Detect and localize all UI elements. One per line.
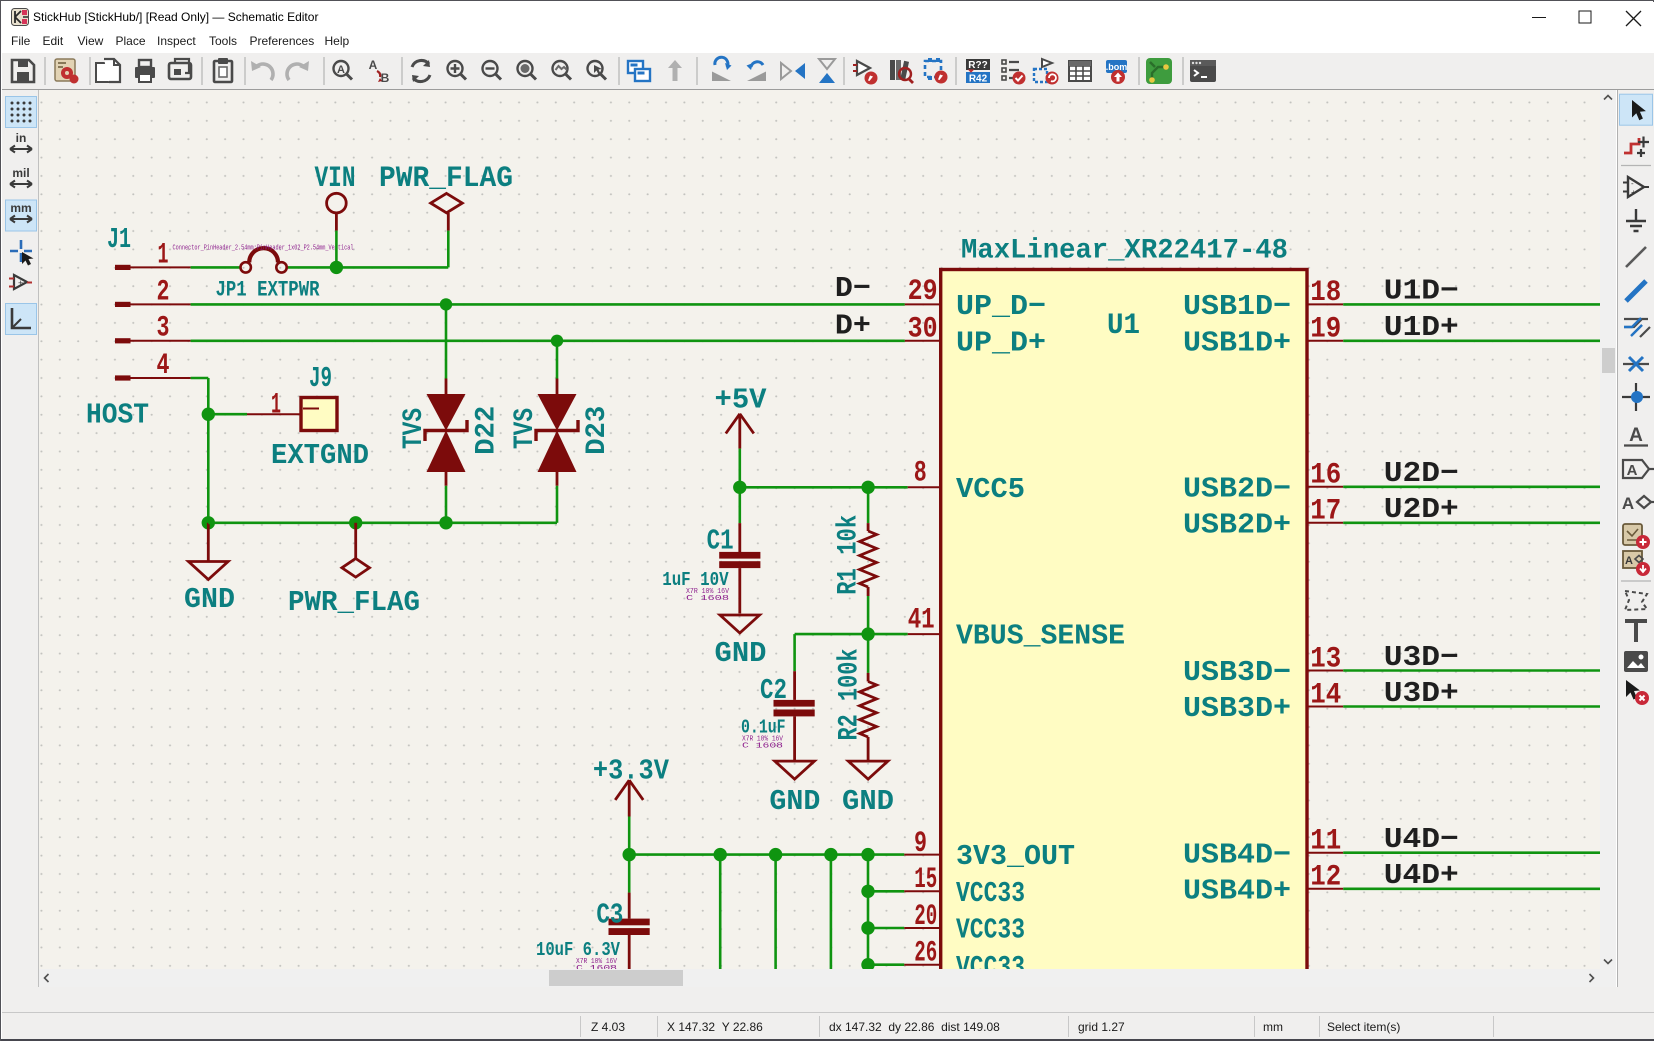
svg-text:2: 2 [157,275,170,309]
svg-text:GND: GND [184,583,235,616]
svg-text:R1 10k: R1 10k [834,515,865,595]
svg-text:J9: J9 [309,362,332,395]
svg-text:VCC33: VCC33 [956,914,1025,947]
svg-text:U3D+: U3D+ [1384,677,1459,710]
svg-text:USB2D+: USB2D+ [1183,508,1291,541]
svg-text:41: 41 [908,604,935,638]
svg-text:B: B [381,71,390,85]
svg-text:PWR_FLAG: PWR_FLAG [379,162,513,196]
svg-text:VBUS_SENSE: VBUS_SENSE [956,620,1125,653]
svg-text:C 1608: C 1608 [686,595,729,603]
svg-text:JP1 EXTPWR: JP1 EXTPWR [216,277,321,302]
svg-text:USB3D−: USB3D− [1183,656,1291,689]
svg-text:USB3D+: USB3D+ [1183,692,1291,725]
svg-text:13: 13 [1310,642,1341,676]
svg-text:in: in [16,131,27,145]
svg-text:12: 12 [1310,861,1341,895]
svg-text:U2D−: U2D− [1384,457,1459,490]
svg-text:20: 20 [914,900,937,934]
svg-text:29: 29 [908,275,938,309]
svg-text:16: 16 [1310,459,1341,493]
svg-text:TVS: TVS [510,408,541,449]
svg-text:+: + [18,278,23,288]
svg-text:8: 8 [914,456,927,490]
svg-text:A: A [337,64,345,76]
svg-text:HOST: HOST [86,399,149,432]
svg-text:VCC33: VCC33 [956,877,1025,910]
svg-text:14: 14 [1310,678,1341,712]
svg-text:4: 4 [157,349,170,383]
svg-text:A: A [1629,425,1643,446]
svg-text:3V3_OUT: 3V3_OUT [956,840,1075,873]
svg-text:mil: mil [12,166,29,180]
svg-text:Connector_PinHeader_2.54mm:Pin: Connector_PinHeader_2.54mm:PinHeader_1x0… [173,245,354,253]
svg-text:R2 100k: R2 100k [835,648,866,740]
svg-text:USB4D−: USB4D− [1183,838,1291,871]
svg-text:VCC33: VCC33 [956,951,1025,969]
svg-text:D22: D22 [471,406,502,455]
svg-text:VIN: VIN [315,162,356,196]
svg-text:U3D−: U3D− [1384,641,1459,674]
svg-text:D−: D− [835,272,871,305]
svg-text:19: 19 [1310,313,1341,347]
svg-text:26: 26 [914,937,937,970]
svg-text:+5V: +5V [715,383,768,416]
svg-text:15: 15 [914,863,937,897]
svg-text:U1D+: U1D+ [1384,311,1459,344]
svg-text:+3.3V: +3.3V [593,754,670,787]
svg-text:C2: C2 [760,674,787,707]
svg-text:1: 1 [158,238,169,272]
svg-text:MaxLinear_XR22417-48: MaxLinear_XR22417-48 [961,236,1288,267]
svg-text:UP_D−: UP_D− [956,290,1046,323]
svg-text:11: 11 [1310,825,1341,859]
svg-text:+: + [1631,188,1636,197]
svg-text:-: - [1631,179,1634,188]
svg-text:R42: R42 [969,74,988,85]
svg-text:USB2D−: USB2D− [1183,472,1291,505]
svg-text:USB4D+: USB4D+ [1183,874,1291,907]
svg-text:GND: GND [715,637,767,670]
svg-text:U2D+: U2D+ [1384,493,1459,526]
svg-text:EXTGND: EXTGND [271,439,369,472]
svg-text:mm: mm [10,201,31,215]
svg-text:C3: C3 [596,899,623,932]
svg-text:D23: D23 [582,406,613,455]
svg-text:U1D−: U1D− [1384,275,1459,308]
svg-text:30: 30 [908,312,938,346]
svg-text:18: 18 [1310,276,1341,310]
svg-text:D+: D+ [835,309,871,342]
svg-text:C 1608: C 1608 [742,743,783,751]
svg-text:U1: U1 [1107,309,1140,343]
svg-text:J1: J1 [107,223,131,256]
svg-text:TVS: TVS [399,408,430,449]
svg-text:U4D−: U4D− [1384,823,1459,856]
svg-text:U4D+: U4D+ [1384,859,1459,892]
svg-text:A: A [1627,462,1638,479]
svg-text:9: 9 [914,827,927,861]
svg-text:GND: GND [769,785,820,818]
svg-text:1: 1 [271,389,281,423]
svg-text:USB1D−: USB1D− [1183,290,1291,323]
svg-text:USB1D+: USB1D+ [1183,326,1291,359]
svg-text:GND: GND [842,785,894,818]
svg-text:3: 3 [157,312,170,346]
svg-text:PWR_FLAG: PWR_FLAG [288,586,420,619]
svg-text:A: A [1622,494,1634,513]
svg-text:VCC5: VCC5 [956,473,1025,506]
svg-text:UP_D+: UP_D+ [956,327,1046,360]
svg-text:17: 17 [1310,495,1341,529]
svg-text:A: A [369,58,378,72]
svg-text:C1: C1 [707,524,734,557]
svg-text:A: A [1625,555,1633,567]
svg-text:R??: R?? [968,60,987,71]
